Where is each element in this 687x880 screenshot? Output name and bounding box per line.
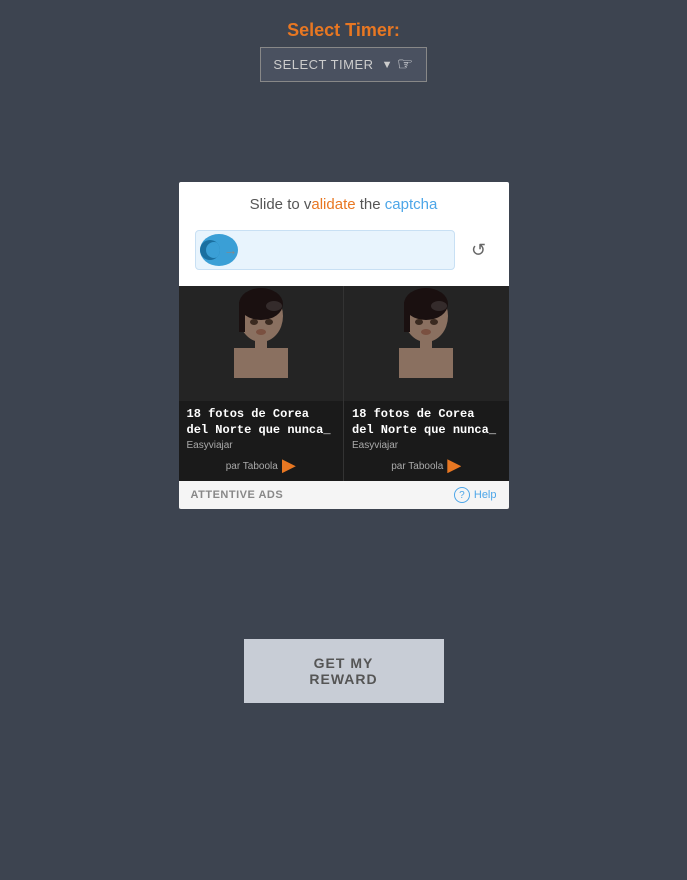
captcha-highlight-captcha: captcha: [385, 196, 438, 213]
captcha-highlight-validate: alidate: [311, 196, 355, 213]
arrow-right-icon: →: [224, 242, 238, 258]
moon-icon: [200, 240, 220, 260]
ad-image-svg-1: [179, 286, 344, 401]
ad-area: 18 fotos de Corea del Norte que nunca_ E…: [179, 286, 509, 509]
taboola-label-2: par Taboola: [391, 461, 443, 472]
ad-images-row: 18 fotos de Corea del Norte que nunca_ E…: [179, 286, 509, 481]
taboola-label-1: par Taboola: [226, 461, 278, 472]
ad-image-2: [344, 286, 509, 401]
dropdown-text: SELECT TIMER: [273, 57, 373, 72]
taboola-icon-1: [282, 459, 296, 473]
ad-taboola-1: par Taboola: [179, 455, 344, 481]
cursor-icon: ☞: [397, 54, 414, 75]
ad-title-2: 18 fotos de Corea del Norte que nunca_: [352, 407, 501, 438]
ad-image-svg-2: [344, 286, 509, 401]
slider-track[interactable]: →: [195, 230, 455, 270]
ad-footer: ATTENTIVE ADS ? Help: [179, 481, 509, 509]
help-link[interactable]: ? Help: [454, 487, 497, 503]
help-icon: ?: [454, 487, 470, 503]
ad-item-1[interactable]: 18 fotos de Corea del Norte que nunca_ E…: [179, 286, 344, 481]
ad-image-1: [179, 286, 344, 401]
slider-thumb[interactable]: →: [200, 234, 238, 266]
attentive-ads-brand: ATTENTIVE ADS: [191, 489, 284, 501]
refresh-button[interactable]: ↺: [465, 236, 493, 264]
ad-source-1: Easyviajar: [187, 440, 336, 451]
select-timer-label: Select Timer:: [260, 20, 426, 41]
header-section: Select Timer: SELECT TIMER ▼ ☞: [260, 20, 426, 82]
moon-inner: [206, 242, 220, 258]
captcha-header: Slide to validate the captcha: [179, 182, 509, 224]
ad-title-1: 18 fotos de Corea del Norte que nunca_: [187, 407, 336, 438]
captcha-card: Slide to validate the captcha → ↺: [179, 182, 509, 509]
get-reward-button[interactable]: GET MY REWARD: [244, 639, 444, 703]
chevron-down-icon: ▼: [382, 59, 393, 71]
ad-text-block-2: 18 fotos de Corea del Norte que nunca_ E…: [344, 401, 509, 455]
ad-taboola-2: par Taboola: [344, 455, 509, 481]
captcha-instruction: Slide to validate the captcha: [250, 196, 438, 213]
taboola-icon-2: [447, 459, 461, 473]
select-timer-dropdown[interactable]: SELECT TIMER ▼ ☞: [260, 47, 426, 82]
ad-source-2: Easyviajar: [352, 440, 501, 451]
ad-text-block-1: 18 fotos de Corea del Norte que nunca_ E…: [179, 401, 344, 455]
help-label: Help: [474, 489, 497, 501]
ad-item-2[interactable]: 18 fotos de Corea del Norte que nunca_ E…: [344, 286, 509, 481]
captcha-slider-area: → ↺: [179, 224, 509, 286]
